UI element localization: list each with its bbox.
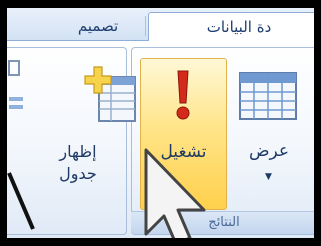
add-table-icon bbox=[84, 66, 136, 122]
chevron-down-icon[interactable]: ▼ bbox=[265, 172, 272, 182]
tab-separator bbox=[145, 16, 146, 36]
show-table-label-line2: جدول bbox=[59, 164, 97, 183]
tab-design[interactable]: تصميم bbox=[51, 12, 145, 40]
exclamation-icon bbox=[176, 70, 190, 120]
cursor-shadow-icon bbox=[7, 172, 35, 230]
ribbon-tab-strip: تصميم دة البيانات bbox=[7, 8, 314, 42]
ribbon-frame: تصميم دة البيانات إظهار جدول تشغيل عرض ▼… bbox=[7, 8, 314, 238]
tab-database-tools[interactable]: دة البيانات bbox=[148, 12, 314, 42]
view-label: عرض bbox=[248, 141, 290, 161]
datasheet-grid-icon bbox=[239, 72, 297, 120]
show-table-label: إظهار جدول bbox=[33, 141, 123, 185]
show-table-label-line1: إظهار bbox=[59, 142, 97, 161]
partial-toolbar-icon[interactable] bbox=[7, 59, 27, 119]
view-button[interactable]: عرض ▼ bbox=[229, 58, 309, 208]
show-table-button[interactable]: إظهار جدول bbox=[33, 58, 136, 208]
mouse-pointer-icon bbox=[144, 148, 206, 238]
